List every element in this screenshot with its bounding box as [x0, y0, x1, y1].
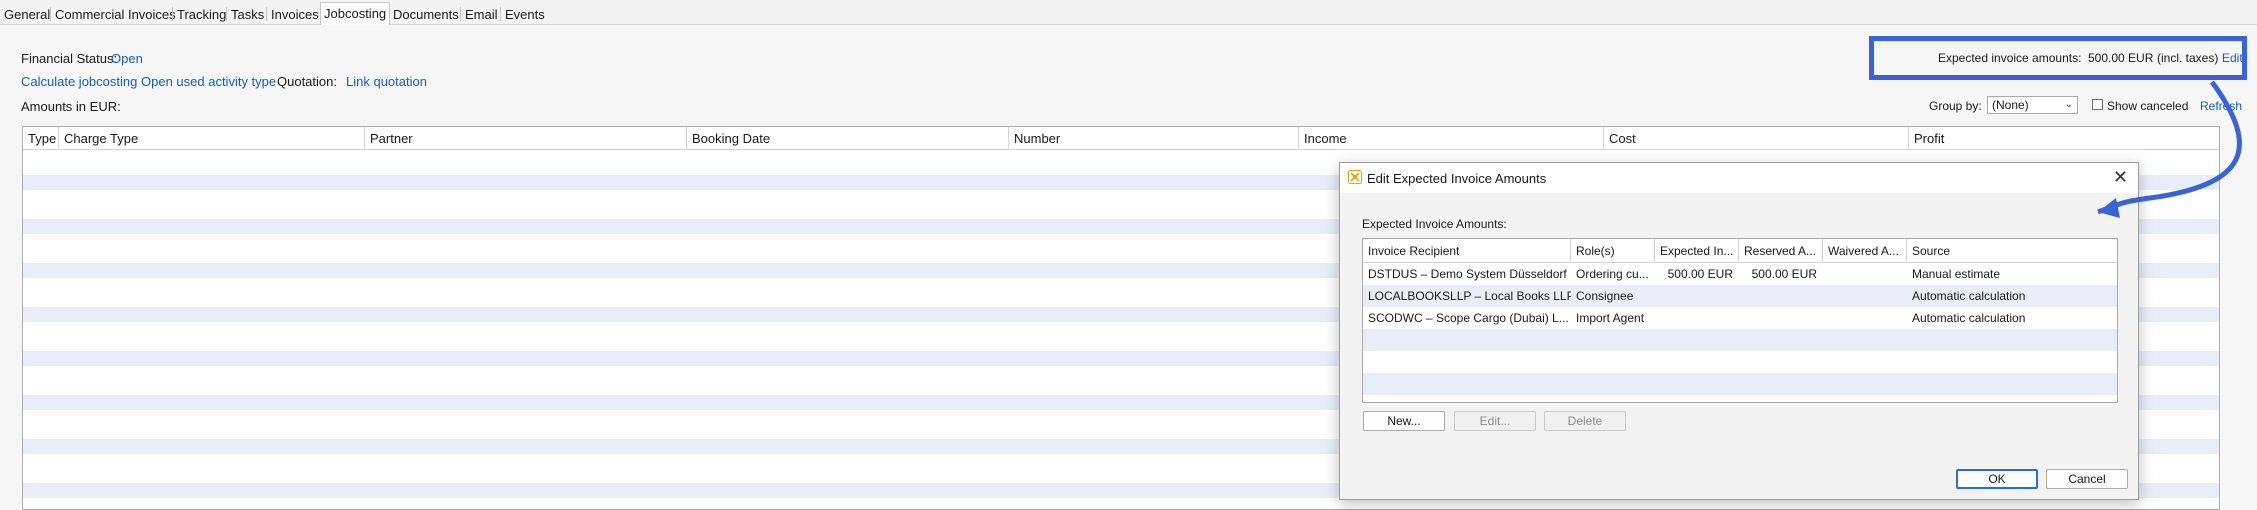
open-activity-type-link[interactable]: Open used activity type — [141, 74, 276, 89]
reserved-amount-cell: 500.00 EUR — [1751, 267, 1817, 281]
source-cell: Manual estimate — [1912, 267, 2001, 281]
grid-header-reserved[interactable]: Reserved A... — [1739, 239, 1823, 263]
column-header-profit[interactable]: Profit — [1909, 127, 2219, 149]
roles-cell: Import Agent — [1576, 311, 1645, 325]
column-header-type[interactable]: Type — [23, 127, 59, 149]
delete-button[interactable]: Delete — [1544, 411, 1626, 431]
amounts-label: Amounts in EUR: — [21, 99, 121, 114]
calculate-jobcosting-link[interactable]: Calculate jobcosting — [21, 74, 137, 89]
highlight-box — [1869, 36, 2247, 80]
column-header-number[interactable]: Number — [1009, 127, 1299, 149]
group-by-value: (None) — [1992, 98, 2029, 112]
roles-cell: Consignee — [1576, 289, 1634, 303]
table-row — [1363, 329, 2117, 351]
source-cell: Automatic calculation — [1912, 289, 2026, 303]
recipient-cell: DSTDUS – Demo System Düsseldorf — [1368, 267, 1567, 281]
ok-button[interactable]: OK — [1956, 469, 2038, 489]
tab-separator — [460, 7, 461, 21]
new-button[interactable]: New... — [1363, 411, 1445, 431]
cancel-button[interactable]: Cancel — [2046, 469, 2128, 489]
tab-general[interactable]: General — [1, 4, 53, 24]
roles-cell: Ordering cu... — [1576, 267, 1649, 281]
table-row[interactable]: LOCALBOOKSLLP – Local Books LLP Consigne… — [1363, 285, 2117, 307]
table-header: Type Charge Type Partner Booking Date Nu… — [23, 127, 2219, 150]
column-header-booking-date[interactable]: Booking Date — [687, 127, 1009, 149]
expected-amounts-grid[interactable]: Invoice Recipient Role(s) Expected In...… — [1362, 238, 2118, 403]
tab-separator — [50, 7, 51, 21]
tab-events[interactable]: Events — [502, 4, 548, 24]
chevron-down-icon: ⌄ — [2064, 99, 2073, 110]
tab-invoices[interactable]: Invoices — [268, 4, 322, 24]
edit-expected-invoice-amounts-dialog: Edit Expected Invoice Amounts ✕ Expected… — [1339, 162, 2139, 500]
tab-separator — [172, 7, 173, 21]
table-row[interactable]: DSTDUS – Demo System Düsseldorf Ordering… — [1363, 263, 2117, 285]
grid-header-invoice-recipient[interactable]: Invoice Recipient — [1363, 239, 1571, 263]
tab-documents[interactable]: Documents — [390, 4, 462, 24]
recipient-cell: LOCALBOOKSLLP – Local Books LLP — [1368, 289, 1571, 303]
reserved-amount-cell — [1739, 307, 1823, 329]
tab-separator — [266, 7, 267, 21]
tab-separator — [500, 7, 501, 21]
grid-header-source[interactable]: Source — [1907, 239, 2117, 263]
tab-tasks[interactable]: Tasks — [228, 4, 267, 24]
recipient-cell: SCODWC – Scope Cargo (Dubai) L... — [1368, 311, 1569, 325]
table-row — [1363, 351, 2117, 373]
column-header-charge-type[interactable]: Charge Type — [59, 127, 365, 149]
column-header-income[interactable]: Income — [1299, 127, 1604, 149]
refresh-link[interactable]: Refresh — [2200, 99, 2242, 113]
grid-header-roles[interactable]: Role(s) — [1571, 239, 1655, 263]
tab-tracking[interactable]: Tracking — [174, 4, 229, 24]
edit-button[interactable]: Edit... — [1454, 411, 1536, 431]
column-header-partner[interactable]: Partner — [365, 127, 687, 149]
tab-email[interactable]: Email — [462, 4, 501, 24]
dialog-title: Edit Expected Invoice Amounts — [1367, 171, 1547, 186]
group-by-label: Group by: — [1929, 99, 1982, 113]
waivered-amount-cell — [1823, 307, 1907, 329]
group-by-select[interactable]: (None) ⌄ — [1987, 96, 2078, 114]
expected-amount-cell: 500.00 EUR — [1667, 267, 1733, 281]
table-row — [1363, 373, 2117, 395]
table-row[interactable]: SCODWC – Scope Cargo (Dubai) L... Import… — [1363, 307, 2117, 329]
tab-commercial-invoices[interactable]: Commercial Invoices — [52, 4, 179, 24]
source-cell: Automatic calculation — [1912, 311, 2026, 325]
waivered-amount-cell — [1823, 263, 1907, 285]
financial-status-link[interactable]: Open — [111, 51, 143, 66]
grid-header-waivered[interactable]: Waivered A... — [1823, 239, 1907, 263]
expected-amount-cell — [1655, 307, 1739, 329]
reserved-amount-cell — [1739, 285, 1823, 307]
expected-invoice-amounts-section-label: Expected Invoice Amounts: — [1362, 217, 1507, 231]
link-quotation-link[interactable]: Link quotation — [346, 74, 427, 89]
dialog-title-bar: Edit Expected Invoice Amounts ✕ — [1340, 163, 2138, 193]
app-logo-icon — [1348, 170, 1362, 184]
show-canceled-label: Show canceled — [2107, 99, 2189, 113]
tab-bar: General Commercial Invoices Tracking Tas… — [0, 0, 2257, 25]
tab-separator — [226, 7, 227, 21]
tab-jobcosting[interactable]: Jobcosting — [320, 2, 391, 25]
expected-amount-cell — [1655, 285, 1739, 307]
grid-header-expected[interactable]: Expected In... — [1655, 239, 1739, 263]
quotation-label: Quotation: — [277, 74, 337, 89]
show-canceled-checkbox[interactable] — [2092, 99, 2103, 110]
column-header-cost[interactable]: Cost — [1604, 127, 1909, 149]
close-icon[interactable]: ✕ — [2113, 167, 2128, 188]
waivered-amount-cell — [1823, 285, 1907, 307]
financial-status-label: Financial Status: — [21, 51, 118, 66]
